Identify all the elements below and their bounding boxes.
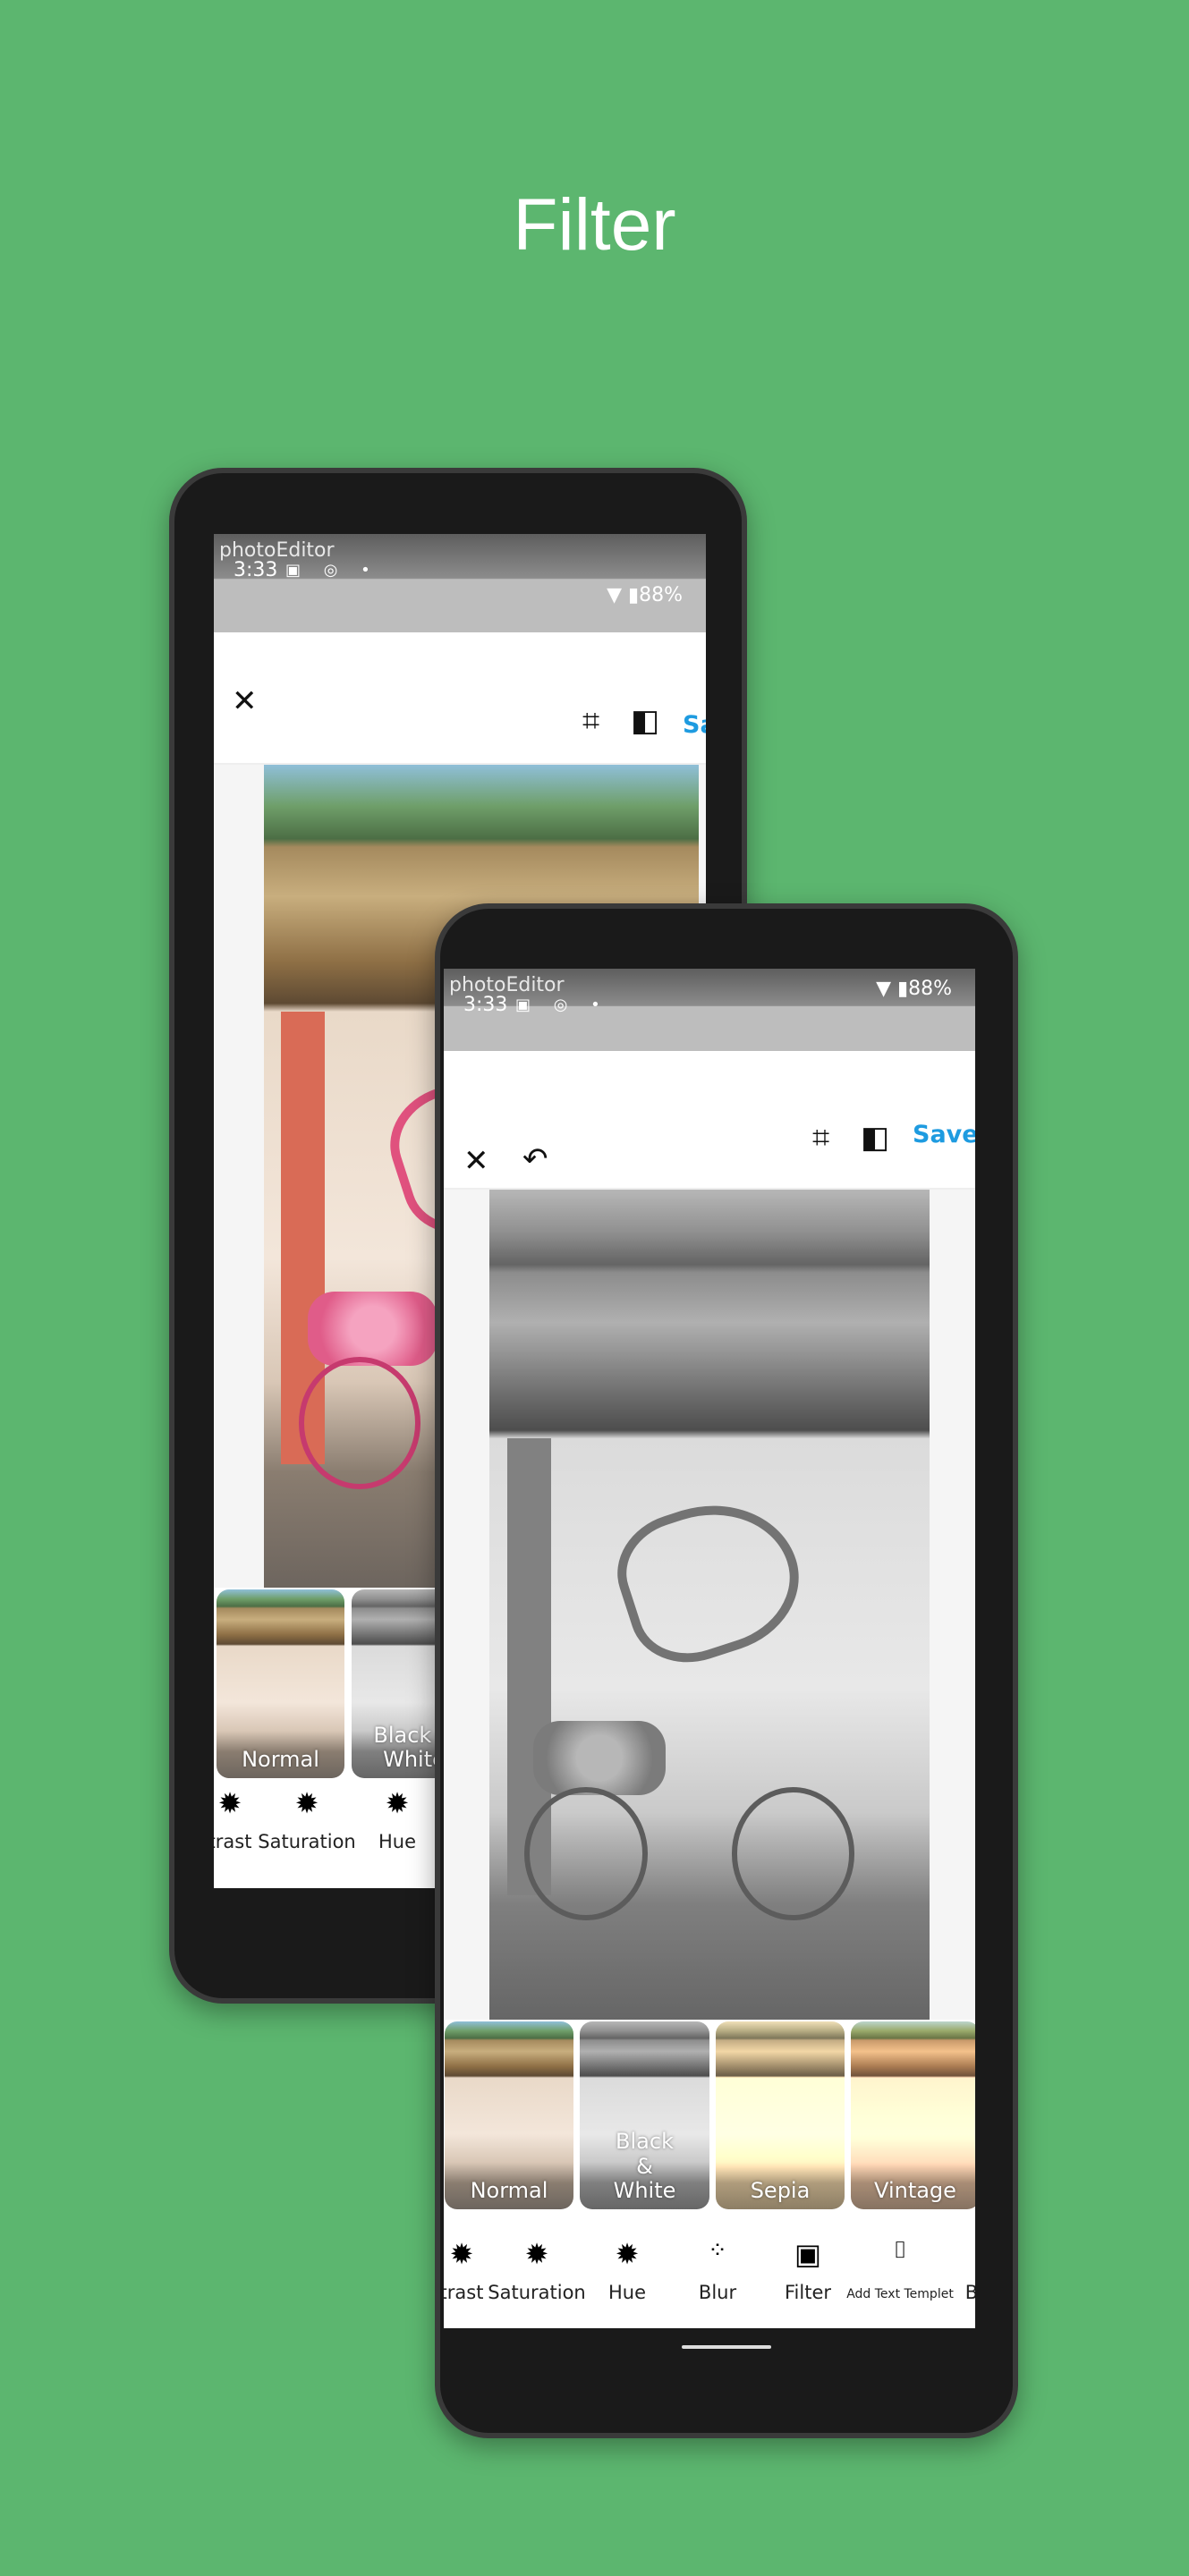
blur-icon: ⁘ <box>708 2237 727 2264</box>
battery-level: 88% <box>639 584 683 606</box>
saturation-icon: ✹ <box>524 2237 549 2271</box>
page-heading: Filter <box>513 184 676 266</box>
hue-icon: ✹ <box>385 1786 410 1820</box>
app-bar: ✕ ⌗ ◧ Save <box>214 632 706 765</box>
tool-saturation[interactable]: ✹ Saturation <box>488 2237 585 2303</box>
tool-contrast[interactable]: ✹trast <box>444 2237 483 2303</box>
tool-hue[interactable]: ✹ Hue <box>378 1786 416 1852</box>
status-right: ▼ ▮88% <box>607 584 683 606</box>
filter-thumb-sepia[interactable]: Sepia <box>716 2021 845 2209</box>
crop-icon[interactable]: ⌗ <box>812 1123 829 1153</box>
status-bar: photoEditor 3:33 ▣ ◎ • ▼ ▮88% <box>214 534 706 632</box>
filter-thumb-normal[interactable]: Normal <box>445 2021 573 2209</box>
save-button[interactable]: Save <box>913 1121 975 1148</box>
status-right: ▼ ▮88% <box>876 978 952 1000</box>
compare-icon[interactable]: ◧ <box>861 1123 889 1153</box>
saturation-icon: ✹ <box>294 1786 319 1820</box>
front-phone: photoEditor 3:33 ▣ ◎ • ▼ ▮88% ✕ ↶ ⌗ ◧ Sa… <box>435 903 1018 2438</box>
status-bar: photoEditor 3:33 ▣ ◎ • ▼ ▮88% <box>444 969 975 1051</box>
notification-icons: ▣ ◎ • <box>515 996 609 1014</box>
close-icon[interactable]: ✕ <box>463 1146 489 1176</box>
tool-add-text-templet[interactable]: ⌷ Add Text Templet <box>846 2237 954 2301</box>
battery-icon: ▮ <box>896 978 909 1000</box>
filter-thumb-normal[interactable]: Normal <box>217 1589 344 1778</box>
app-bar: ✕ ↶ ⌗ ◧ Save <box>444 1051 975 1190</box>
tool-more[interactable]: B <box>965 2237 975 2303</box>
notification-icons: ▣ ◎ • <box>285 561 379 580</box>
status-time: 3:33 <box>234 559 278 581</box>
image-icon: ▣ <box>794 2237 822 2271</box>
home-indicator[interactable] <box>682 2345 771 2349</box>
compare-icon[interactable]: ◧ <box>631 706 659 736</box>
wifi-icon: ▼ <box>607 584 622 606</box>
tool-hue[interactable]: ✹ Hue <box>608 2237 646 2303</box>
image-canvas <box>444 1190 975 2020</box>
crop-icon[interactable]: ⌗ <box>582 706 599 736</box>
hue-icon: ✹ <box>615 2237 640 2271</box>
tool-blur[interactable]: ⁘ Blur <box>699 2237 736 2303</box>
edited-photo <box>489 1190 930 2020</box>
contrast-icon: ✹ <box>449 2237 474 2271</box>
tool-filter[interactable]: ▣ Filter <box>785 2237 831 2303</box>
text-template-icon: ⌷ <box>893 2237 907 2264</box>
front-phone-screen: photoEditor 3:33 ▣ ◎ • ▼ ▮88% ✕ ↶ ⌗ ◧ Sa… <box>444 969 975 2328</box>
filter-thumb-black-white[interactable]: Black & White <box>580 2021 709 2209</box>
battery-icon: ▮ <box>627 584 640 606</box>
status-time: 3:33 <box>463 994 508 1016</box>
save-button[interactable]: Save <box>683 711 706 739</box>
wifi-icon: ▼ <box>876 978 891 1000</box>
undo-icon[interactable]: ↶ <box>522 1144 548 1174</box>
tool-contrast[interactable]: ✹trast <box>214 1786 251 1852</box>
close-icon[interactable]: ✕ <box>232 686 258 716</box>
battery-level: 88% <box>908 978 952 1000</box>
tool-saturation[interactable]: ✹ Saturation <box>258 1786 355 1852</box>
filter-thumb-vintage[interactable]: Vintage <box>851 2021 975 2209</box>
contrast-icon: ✹ <box>217 1786 242 1820</box>
